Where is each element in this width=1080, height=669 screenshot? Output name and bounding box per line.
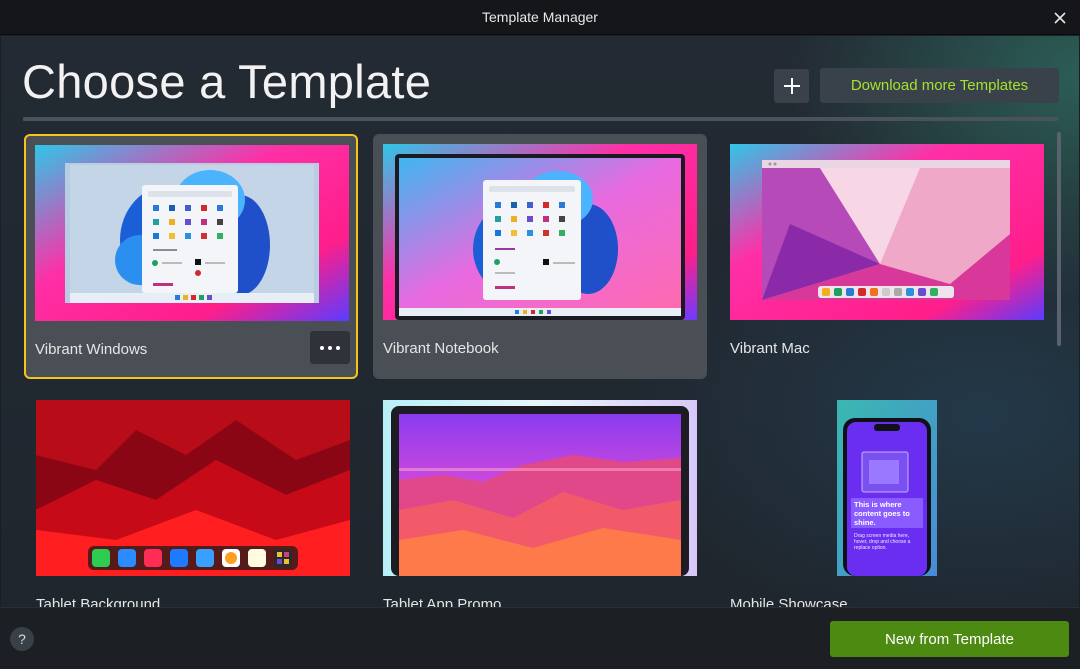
template-card-tablet-app-promo[interactable]: Tablet App Promo: [373, 390, 707, 607]
template-thumbnail: This is where content goes to shine. Dra…: [730, 400, 1044, 576]
template-card-label: Vibrant Mac: [730, 340, 810, 357]
template-card-label: Mobile Showcase: [730, 596, 848, 607]
close-icon[interactable]: [1050, 8, 1070, 28]
template-thumbnail: [35, 145, 349, 321]
help-button[interactable]: ?: [10, 627, 34, 651]
template-panel: Choose a Template Download more Template…: [1, 36, 1079, 607]
mobile-preview-body: Drag screen media here, hover, drop and …: [854, 533, 911, 551]
header-divider: [23, 117, 1058, 121]
template-thumbnail: [383, 144, 697, 320]
window-title: Template Manager: [482, 9, 598, 25]
template-thumbnail: [383, 400, 697, 576]
template-grid: Vibrant Windows Vibrant Notebook Vibrant…: [1, 132, 1061, 607]
download-more-templates-button[interactable]: Download more Templates: [820, 68, 1059, 103]
plus-icon: [783, 78, 800, 94]
footer-bar: ? New from Template: [0, 607, 1080, 669]
template-card-label: Tablet App Promo: [383, 596, 502, 607]
template-thumbnail: [730, 144, 1044, 320]
template-card-label: Tablet Background: [36, 596, 161, 607]
add-template-button[interactable]: [774, 69, 809, 103]
vertical-scrollbar[interactable]: [1057, 132, 1061, 346]
dot: [336, 345, 340, 350]
mobile-preview-headline: This is where content goes to shine.: [854, 500, 910, 527]
template-card-label: Vibrant Notebook: [383, 340, 499, 357]
template-card-vibrant-windows[interactable]: Vibrant Windows: [24, 134, 358, 379]
template-card-mobile-showcase[interactable]: This is where content goes to shine. Dra…: [720, 390, 1054, 607]
more-options-button[interactable]: [310, 331, 350, 364]
template-thumbnail: [36, 400, 350, 576]
template-card-vibrant-notebook[interactable]: Vibrant Notebook: [373, 134, 707, 379]
new-from-template-button[interactable]: New from Template: [830, 621, 1069, 657]
page-title: Choose a Template: [22, 55, 432, 108]
template-card-label: Vibrant Windows: [35, 341, 148, 358]
template-card-vibrant-mac[interactable]: Vibrant Mac: [720, 134, 1054, 379]
dot: [328, 345, 332, 350]
title-bar: Template Manager: [0, 0, 1080, 35]
template-card-tablet-background[interactable]: Tablet Background: [26, 390, 360, 607]
dot: [320, 345, 324, 350]
